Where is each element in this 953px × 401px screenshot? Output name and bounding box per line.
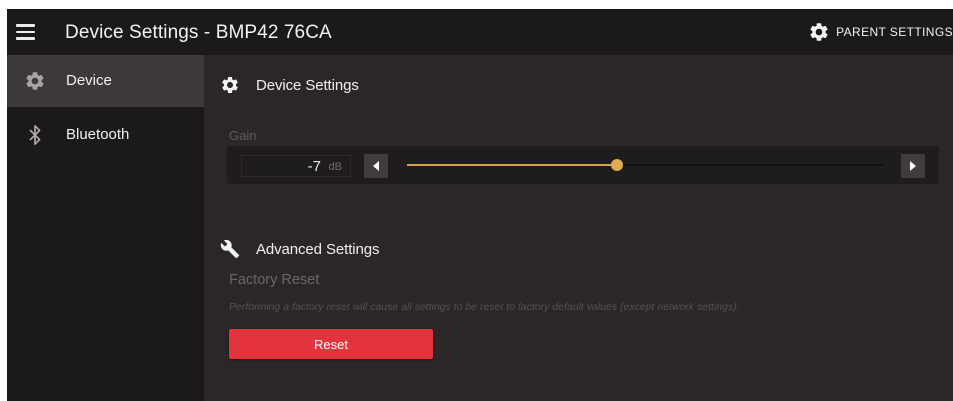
parent-settings-button[interactable]: PARENT SETTINGS bbox=[808, 20, 953, 44]
gain-value: -7 bbox=[307, 158, 321, 175]
reset-button[interactable]: Reset bbox=[229, 329, 433, 359]
main-content: Device Settings Gain -7 dB Advanced Sett… bbox=[204, 55, 953, 401]
gear-icon bbox=[26, 72, 44, 90]
parent-settings-label: PARENT SETTINGS bbox=[836, 25, 953, 39]
caret-right-icon bbox=[910, 161, 916, 171]
gain-decrease-button[interactable] bbox=[364, 154, 388, 178]
gain-slider-track[interactable] bbox=[407, 159, 884, 171]
sidebar-item-label: Bluetooth bbox=[66, 126, 130, 143]
sidebar: Device Bluetooth bbox=[7, 55, 204, 401]
gear-icon bbox=[810, 23, 828, 41]
app-window: Device Settings - BMP42 76CA PARENT SETT… bbox=[7, 9, 953, 401]
factory-reset-description: Performing a factory reset will cause al… bbox=[229, 301, 740, 313]
device-settings-header: Device Settings bbox=[220, 75, 359, 95]
bluetooth-icon bbox=[29, 125, 41, 145]
gain-increase-button[interactable] bbox=[901, 154, 925, 178]
gain-slider-fill bbox=[407, 164, 617, 166]
gain-label: Gain bbox=[229, 128, 257, 143]
gain-value-field[interactable]: -7 dB bbox=[241, 155, 351, 177]
factory-reset-title: Factory Reset bbox=[229, 272, 320, 288]
sidebar-item-device[interactable]: Device bbox=[7, 55, 204, 107]
gear-icon bbox=[222, 77, 238, 93]
hamburger-menu-icon[interactable] bbox=[16, 24, 35, 40]
caret-left-icon bbox=[373, 161, 379, 171]
page-title: Device Settings - BMP42 76CA bbox=[65, 22, 332, 43]
sidebar-item-bluetooth[interactable]: Bluetooth bbox=[7, 109, 204, 161]
sidebar-item-label: Device bbox=[66, 72, 112, 89]
section-title: Device Settings bbox=[256, 76, 359, 94]
section-title: Advanced Settings bbox=[256, 240, 380, 258]
gain-slider-thumb[interactable] bbox=[610, 159, 623, 171]
gain-control: -7 dB bbox=[227, 146, 939, 184]
app-header: Device Settings - BMP42 76CA PARENT SETT… bbox=[7, 9, 953, 55]
wrench-icon bbox=[220, 239, 240, 259]
advanced-settings-header: Advanced Settings bbox=[220, 239, 379, 259]
gain-unit: dB bbox=[328, 161, 342, 173]
